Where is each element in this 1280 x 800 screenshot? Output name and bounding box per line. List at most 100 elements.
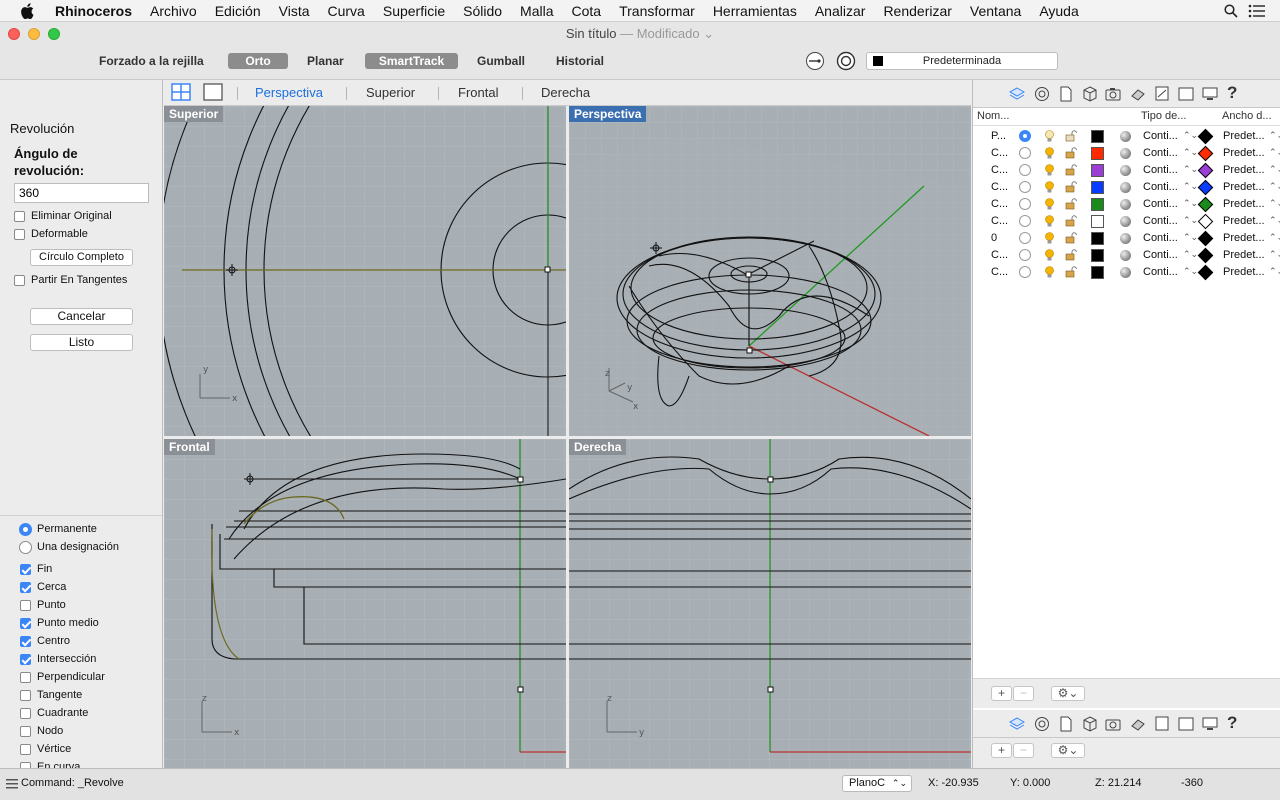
osnap-checkbox[interactable] (20, 708, 31, 719)
cube-icon[interactable] (1082, 716, 1098, 732)
layer-linetype[interactable]: Conti... (1143, 130, 1178, 142)
material-sphere-icon[interactable] (1120, 165, 1131, 176)
lightbulb-icon[interactable] (1044, 215, 1055, 227)
layer-header-width[interactable]: Ancho d... (1222, 110, 1272, 122)
camera-icon[interactable] (1105, 716, 1121, 732)
tab-right[interactable]: Derecha (541, 85, 590, 100)
split-tangents-checkbox[interactable] (14, 275, 25, 286)
gumball-toggle[interactable]: Gumball (469, 53, 533, 69)
document-icon[interactable] (1058, 86, 1074, 102)
lock-icon[interactable] (1065, 198, 1077, 210)
menu-transformar[interactable]: Transformar (610, 0, 704, 22)
osnap-target-icon[interactable] (836, 51, 856, 71)
remove-button[interactable]: − (1013, 743, 1034, 758)
lock-icon[interactable] (1065, 232, 1077, 244)
layer-current-radio[interactable] (1019, 164, 1031, 176)
properties-icon[interactable] (1034, 86, 1050, 102)
material-sphere-icon[interactable] (1120, 233, 1131, 244)
osnap-checkbox[interactable] (20, 672, 31, 683)
layer-print-width[interactable]: Predet... (1223, 215, 1265, 227)
layer-linetype[interactable]: Conti... (1143, 164, 1178, 176)
cube-icon[interactable] (1082, 86, 1098, 102)
print-color-diamond-icon[interactable] (1197, 247, 1214, 264)
menu-herramientas[interactable]: Herramientas (704, 0, 806, 22)
display-icon[interactable] (1202, 86, 1218, 102)
render-icon[interactable] (1130, 716, 1146, 732)
command-history-icon[interactable] (6, 778, 18, 790)
viewport-right[interactable]: z y Derecha (569, 439, 971, 768)
add-button[interactable]: + (991, 743, 1012, 758)
command-line[interactable]: Command: _Revolve (21, 777, 124, 789)
osnap-checkbox[interactable] (20, 690, 31, 701)
notification-list-icon[interactable] (1248, 4, 1266, 18)
material-sphere-icon[interactable] (1120, 267, 1131, 278)
revolution-angle-input[interactable] (14, 183, 149, 203)
layer-print-width[interactable]: Predet... (1223, 266, 1265, 278)
menu-vista[interactable]: Vista (270, 0, 319, 22)
layer-color-swatch[interactable] (1091, 249, 1104, 262)
layer-current-radio[interactable] (1019, 198, 1031, 210)
print-color-diamond-icon[interactable] (1197, 230, 1214, 247)
smarttrack-toggle[interactable]: SmartTrack (365, 53, 458, 69)
osnap-once-radio[interactable] (19, 541, 32, 554)
layer-linetype[interactable]: Conti... (1143, 147, 1178, 159)
lightbulb-icon[interactable] (1044, 198, 1055, 210)
print-color-diamond-icon[interactable] (1197, 179, 1214, 196)
osnap-checkbox[interactable] (20, 636, 31, 647)
layer-color-swatch[interactable] (1091, 198, 1104, 211)
layer-color-swatch[interactable] (1091, 266, 1104, 279)
deformable-checkbox[interactable] (14, 229, 25, 240)
viewport-top-label[interactable]: Superior (164, 106, 224, 122)
lightbulb-icon[interactable] (1044, 181, 1055, 193)
layer-print-width[interactable]: Predet... (1223, 249, 1265, 261)
menu-solido[interactable]: Sólido (454, 0, 511, 22)
menu-edicion[interactable]: Edición (206, 0, 270, 22)
layers-icon[interactable] (1009, 86, 1025, 102)
menu-analizar[interactable]: Analizar (806, 0, 875, 22)
help-icon[interactable]: ? (1227, 713, 1243, 732)
remove-layer-button[interactable]: − (1013, 686, 1034, 701)
layer-color-swatch[interactable] (1091, 215, 1104, 228)
osnap-checkbox[interactable] (20, 726, 31, 737)
spotlight-search-icon[interactable] (1224, 3, 1238, 18)
lock-icon[interactable] (1065, 164, 1077, 176)
osnap-checkbox[interactable] (20, 582, 31, 593)
layer-name[interactable]: C... (991, 266, 1008, 278)
lightbulb-icon[interactable] (1044, 164, 1055, 176)
cplane-selector[interactable]: PlanoC ⌃⌄ (842, 775, 912, 792)
material-sphere-icon[interactable] (1120, 216, 1131, 227)
layer-linetype[interactable]: Conti... (1143, 215, 1178, 227)
done-button[interactable]: Listo (30, 334, 133, 351)
viewport-front-label[interactable]: Frontal (164, 439, 215, 455)
options-gear-icon[interactable]: ⚙⌄ (1051, 743, 1085, 758)
viewport-perspective-label[interactable]: Perspectiva (569, 106, 647, 122)
layer-header-name[interactable]: Nom... (977, 110, 1009, 122)
menu-ventana[interactable]: Ventana (961, 0, 1030, 22)
layer-current-radio[interactable] (1019, 266, 1031, 278)
filter-icon[interactable] (805, 51, 825, 71)
chevron-down-icon[interactable]: ⌄ (703, 26, 714, 41)
material-sphere-icon[interactable] (1120, 131, 1131, 142)
layer-header-linetype[interactable]: Tipo de... (1141, 110, 1186, 122)
layer-row[interactable]: C... Conti... ⌃⌄ Predet... ⌃⌄ (973, 264, 1280, 281)
grid-snap-toggle[interactable]: Forzado a la rejilla (91, 53, 212, 69)
tab-perspective[interactable]: Perspectiva (255, 85, 323, 100)
viewport-icon[interactable] (1178, 86, 1194, 102)
layer-color-swatch[interactable] (1091, 181, 1104, 194)
layer-current-radio[interactable] (1019, 147, 1031, 159)
four-viewport-layout-icon[interactable] (171, 83, 191, 101)
layer-options-gear-icon[interactable]: ⚙⌄ (1051, 686, 1085, 701)
print-color-diamond-icon[interactable] (1197, 162, 1214, 179)
menu-renderizar[interactable]: Renderizar (874, 0, 960, 22)
layer-row[interactable]: 0 Conti... ⌃⌄ Predet... ⌃⌄ (973, 230, 1280, 247)
help-icon[interactable]: ? (1227, 83, 1243, 102)
layer-name[interactable]: C... (991, 198, 1008, 210)
layer-color-swatch[interactable] (1091, 164, 1104, 177)
menu-archivo[interactable]: Archivo (141, 0, 206, 22)
layer-current-radio[interactable] (1019, 232, 1031, 244)
layer-row[interactable]: P... Conti... ⌃⌄ Predet... ⌃⌄ (973, 128, 1280, 145)
print-color-diamond-icon[interactable] (1197, 128, 1214, 145)
material-sphere-icon[interactable] (1120, 148, 1131, 159)
layer-row[interactable]: C... Conti... ⌃⌄ Predet... ⌃⌄ (973, 213, 1280, 230)
viewport-perspective[interactable]: z y x Perspectiva (569, 106, 971, 436)
